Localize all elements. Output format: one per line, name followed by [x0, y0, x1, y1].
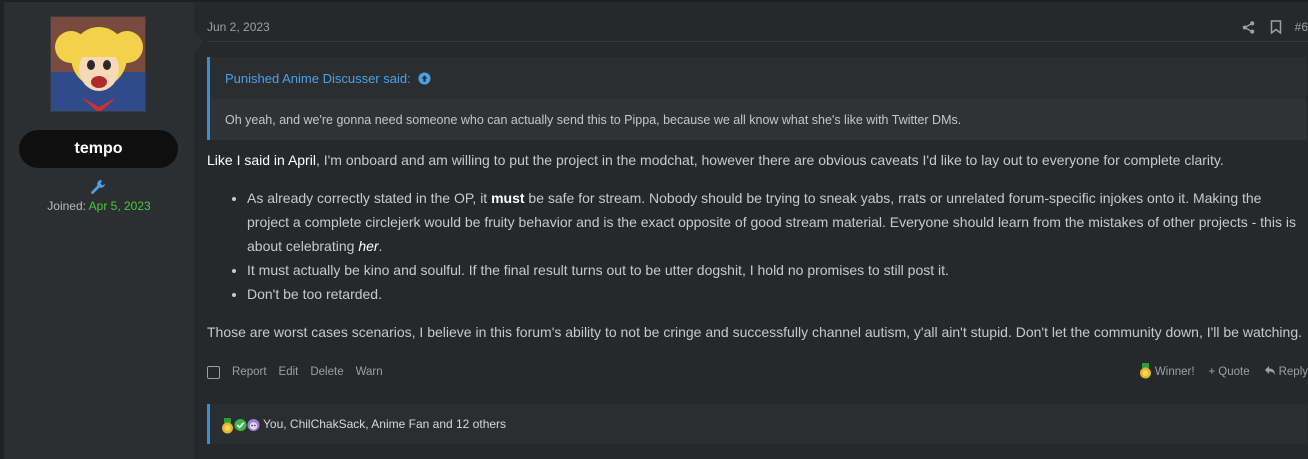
italic-text: her — [358, 238, 379, 254]
reactions-text[interactable]: You, ChilChakSack, Anime Fan and 12 othe… — [263, 417, 506, 431]
reply-icon — [1264, 365, 1276, 379]
post-actions: Report Edit Delete Warn Winner! + Quote … — [207, 361, 1308, 383]
quote-label: Quote — [1218, 366, 1250, 378]
closing-paragraph: Those are worst cases scenarios, I belie… — [207, 324, 1303, 340]
quote-button[interactable]: + Quote — [1209, 366, 1250, 378]
username[interactable]: tempo — [19, 130, 178, 168]
select-checkbox[interactable] — [207, 365, 220, 379]
post-header-actions: #6 — [1230, 18, 1308, 36]
quote-author[interactable]: Punished Anime Discusser said: — [225, 71, 411, 86]
user-panel: tempo Joined: Apr 5, 2023 — [4, 2, 204, 459]
header-divider — [207, 41, 1308, 42]
bullet-text: . — [378, 238, 383, 254]
april-link[interactable]: Like I said in April — [207, 152, 316, 168]
reactions-bar[interactable]: You, ChilChakSack, Anime Fan and 12 othe… — [207, 404, 1307, 444]
wrench-icon — [90, 179, 106, 195]
message-content: Jun 2, 2023 #6 Punished Anime Discusser … — [194, 2, 1308, 459]
joined-label: Joined: — [47, 199, 86, 213]
forum-post: tempo Joined: Apr 5, 2023 Jun 2, 2023 #6 — [4, 0, 1308, 459]
medal-icon — [1139, 362, 1152, 382]
intro-paragraph: Like I said in April, I'm onboard and am… — [207, 148, 1307, 172]
joined-info: Joined: Apr 5, 2023 — [4, 199, 194, 213]
edit-button[interactable]: Edit — [279, 366, 299, 378]
bookmark-icon[interactable] — [1268, 19, 1284, 35]
report-button[interactable]: Report — [232, 366, 267, 378]
plus-icon: + — [1208, 366, 1216, 378]
reply-label: Reply — [1278, 366, 1308, 378]
reaction-icons — [221, 417, 260, 433]
reply-button[interactable]: Reply — [1264, 365, 1308, 379]
delete-button[interactable]: Delete — [310, 366, 343, 378]
check-icon — [234, 418, 247, 431]
warn-button[interactable]: Warn — [356, 366, 383, 378]
share-icon[interactable] — [1241, 19, 1257, 35]
avatar[interactable] — [50, 16, 146, 112]
quote-header: Punished Anime Discusser said: — [210, 57, 1307, 99]
list-item: Don't be too retarded. — [247, 282, 1307, 306]
joined-date: Apr 5, 2023 — [88, 199, 151, 213]
intro-text: , I'm onboard and am willing to put the … — [315, 152, 1224, 168]
anime-face-icon — [247, 418, 260, 431]
winner-label: Winner! — [1154, 366, 1195, 378]
list-item: As already correctly stated in the OP, i… — [247, 186, 1307, 258]
post-date[interactable]: Jun 2, 2023 — [207, 20, 270, 34]
quote-text: Oh yeah, and we're gonna need someone wh… — [210, 99, 1307, 140]
winner-button[interactable]: Winner! — [1139, 362, 1195, 382]
quote-block: Punished Anime Discusser said: Oh yeah, … — [207, 57, 1307, 140]
bold-text: must — [491, 190, 525, 206]
medal-icon — [221, 417, 234, 433]
list-item: It must actually be kino and soulful. If… — [247, 258, 1307, 282]
post-body: Like I said in April, I'm onboard and am… — [207, 148, 1307, 344]
arrow-up-circle-icon[interactable] — [418, 71, 431, 85]
caveat-list: As already correctly stated in the OP, i… — [207, 186, 1307, 306]
post-number[interactable]: #6 — [1295, 20, 1308, 34]
bullet-text: As already correctly stated in the OP, i… — [247, 190, 492, 206]
